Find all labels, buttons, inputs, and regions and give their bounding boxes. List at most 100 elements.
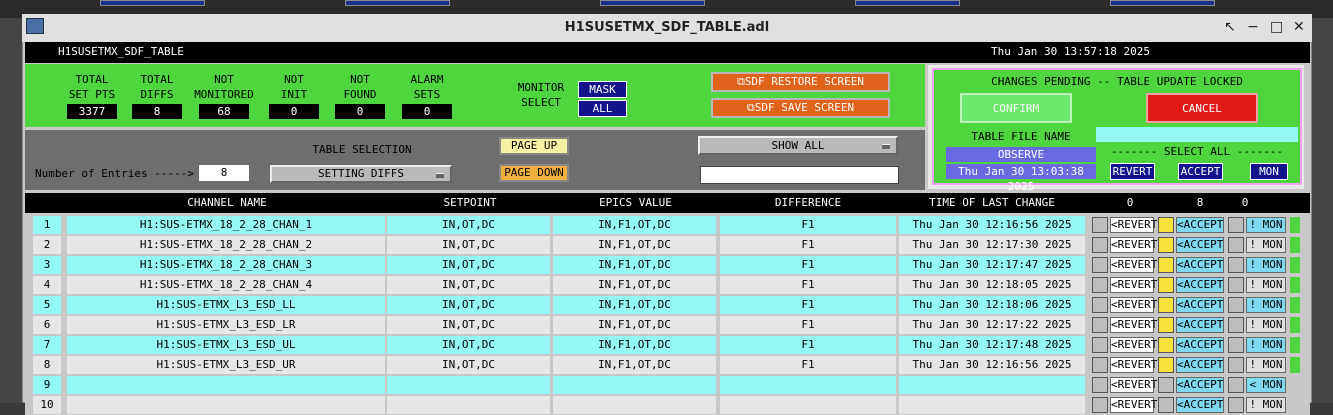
column-time-of-last-change: TIME OF LAST CHANGE xyxy=(929,196,1055,209)
accept-button[interactable]: <ACCEPT xyxy=(1176,237,1224,253)
file-input-field[interactable] xyxy=(1096,127,1298,142)
all-button[interactable]: ALL xyxy=(578,100,627,117)
background-observe-tile xyxy=(100,0,205,6)
accept-checkbox[interactable] xyxy=(1158,317,1174,333)
revert-checkbox[interactable] xyxy=(1092,237,1108,253)
accept-button[interactable]: <ACCEPT xyxy=(1176,397,1224,413)
accept-checkbox[interactable] xyxy=(1158,237,1174,253)
accept-checkbox[interactable] xyxy=(1158,277,1174,293)
minimize-icon[interactable]: − xyxy=(1247,19,1259,35)
mon-button[interactable]: ! MON xyxy=(1246,317,1286,333)
mon-checkbox[interactable] xyxy=(1228,377,1244,393)
difference-cell: F1 xyxy=(720,296,896,314)
revert-checkbox[interactable] xyxy=(1092,397,1108,413)
revert-checkbox[interactable] xyxy=(1092,297,1108,313)
sdf-restore-screen-button[interactable]: ⧉SDF RESTORE SCREEN xyxy=(711,72,890,92)
revert-button[interactable]: <REVERT xyxy=(1110,317,1157,333)
table-row: 8 H1:SUS-ETMX_L3_ESD_UR IN,OT,DC IN,F1,OT,D… xyxy=(25,355,1310,375)
close-icon[interactable]: ✕ xyxy=(1293,19,1305,35)
mon-button[interactable]: ! MON xyxy=(1246,257,1286,273)
accept-checkbox[interactable] xyxy=(1158,217,1174,233)
revert-button[interactable]: <REVERT xyxy=(1110,397,1157,413)
accept-button[interactable]: <ACCEPT xyxy=(1176,277,1224,293)
mon-checkbox[interactable] xyxy=(1228,217,1244,233)
maximize-icon[interactable]: □ xyxy=(1270,19,1283,35)
select-all-revert-button[interactable]: REVERT xyxy=(1110,163,1155,180)
mon-checkbox[interactable] xyxy=(1228,397,1244,413)
mon-checkbox[interactable] xyxy=(1228,237,1244,253)
mon-checkbox[interactable] xyxy=(1228,297,1244,313)
revert-checkbox[interactable] xyxy=(1092,317,1108,333)
selection-panel: Number of Entries -----> 8 TABLE SELECTI… xyxy=(25,130,925,190)
search-input[interactable] xyxy=(700,166,899,184)
accept-checkbox[interactable] xyxy=(1158,357,1174,373)
revert-count: 0 xyxy=(1126,196,1134,209)
accept-checkbox[interactable] xyxy=(1158,297,1174,313)
entries-count: 8 xyxy=(199,165,249,181)
revert-button[interactable]: <REVERT xyxy=(1110,277,1157,293)
show-all-dropdown[interactable]: SHOW ALL xyxy=(698,136,898,155)
mon-checkbox[interactable] xyxy=(1228,337,1244,353)
revert-button[interactable]: <REVERT xyxy=(1110,357,1157,373)
accept-checkbox[interactable] xyxy=(1158,337,1174,353)
select-all-mon-button[interactable]: MON xyxy=(1250,163,1288,180)
accept-checkbox[interactable] xyxy=(1158,397,1174,413)
app-icon[interactable] xyxy=(26,18,44,34)
accept-checkbox[interactable] xyxy=(1158,377,1174,393)
mon-button[interactable]: ! MON xyxy=(1246,357,1286,373)
row-number: 3 xyxy=(33,256,61,274)
revert-button[interactable]: <REVERT xyxy=(1110,257,1157,273)
mon-button[interactable]: ! MON xyxy=(1246,297,1286,313)
revert-checkbox[interactable] xyxy=(1092,377,1108,393)
title-bar[interactable]: H1SUSETMX_SDF_TABLE.adl ↖ − □ ✕ xyxy=(22,14,1312,42)
accept-checkbox[interactable] xyxy=(1158,257,1174,273)
sdf-save-screen-button[interactable]: ⧉SDF SAVE SCREEN xyxy=(711,98,890,118)
revert-button[interactable]: <REVERT xyxy=(1110,297,1157,313)
mon-button[interactable]: < MON xyxy=(1246,377,1286,393)
row-number: 10 xyxy=(33,396,61,414)
accept-button[interactable]: <ACCEPT xyxy=(1176,317,1224,333)
row-number: 5 xyxy=(33,296,61,314)
revert-checkbox[interactable] xyxy=(1092,257,1108,273)
mon-button[interactable]: ! MON xyxy=(1246,217,1286,233)
accept-button[interactable]: <ACCEPT xyxy=(1176,337,1224,353)
mon-button[interactable]: ! MON xyxy=(1246,337,1286,353)
mask-button[interactable]: MASK xyxy=(578,81,627,98)
revert-button[interactable]: <REVERT xyxy=(1110,217,1157,233)
revert-checkbox[interactable] xyxy=(1092,217,1108,233)
difference-cell: F1 xyxy=(720,316,896,334)
setpoint-cell: IN,OT,DC xyxy=(387,356,550,374)
epics-value-cell: IN,F1,OT,DC xyxy=(553,276,716,294)
stat-label: TOTAL SET PTS xyxy=(68,73,116,101)
revert-checkbox[interactable] xyxy=(1092,337,1108,353)
accept-button[interactable]: <ACCEPT xyxy=(1176,257,1224,273)
mon-checkbox[interactable] xyxy=(1228,317,1244,333)
revert-checkbox[interactable] xyxy=(1092,277,1108,293)
accept-button[interactable]: <ACCEPT xyxy=(1176,297,1224,313)
revert-checkbox[interactable] xyxy=(1092,357,1108,373)
desktop-right-edge xyxy=(1310,18,1333,403)
mon-checkbox[interactable] xyxy=(1228,257,1244,273)
mon-button[interactable]: ! MON xyxy=(1246,237,1286,253)
shade-icon[interactable]: ↖ xyxy=(1224,19,1236,35)
mon-checkbox[interactable] xyxy=(1228,277,1244,293)
accept-button[interactable]: <ACCEPT xyxy=(1176,217,1224,233)
revert-button[interactable]: <REVERT xyxy=(1110,237,1157,253)
select-all-accept-button[interactable]: ACCEPT xyxy=(1178,163,1223,180)
table-row: 1 H1:SUS-ETMX_18_2_28_CHAN_1 IN,OT,DC IN,F1… xyxy=(25,215,1310,235)
page-up-button[interactable]: PAGE UP xyxy=(499,137,569,155)
table-row: 10 <REVERT <ACCEPT ! MON xyxy=(25,395,1310,415)
revert-button[interactable]: <REVERT xyxy=(1110,377,1157,393)
accept-button[interactable]: <ACCEPT xyxy=(1176,357,1224,373)
revert-button[interactable]: <REVERT xyxy=(1110,337,1157,353)
accept-count: 8 xyxy=(1196,196,1204,209)
table-selection-dropdown[interactable]: SETTING DIFFS xyxy=(270,165,452,183)
channel-name-cell xyxy=(67,396,385,414)
confirm-button[interactable]: CONFIRM xyxy=(960,93,1072,123)
accept-button[interactable]: <ACCEPT xyxy=(1176,377,1224,393)
page-down-button[interactable]: PAGE DOWN xyxy=(499,164,569,182)
mon-checkbox[interactable] xyxy=(1228,357,1244,373)
mon-button[interactable]: ! MON xyxy=(1246,277,1286,293)
cancel-button[interactable]: CANCEL xyxy=(1146,93,1258,123)
mon-button[interactable]: ! MON xyxy=(1246,397,1286,413)
